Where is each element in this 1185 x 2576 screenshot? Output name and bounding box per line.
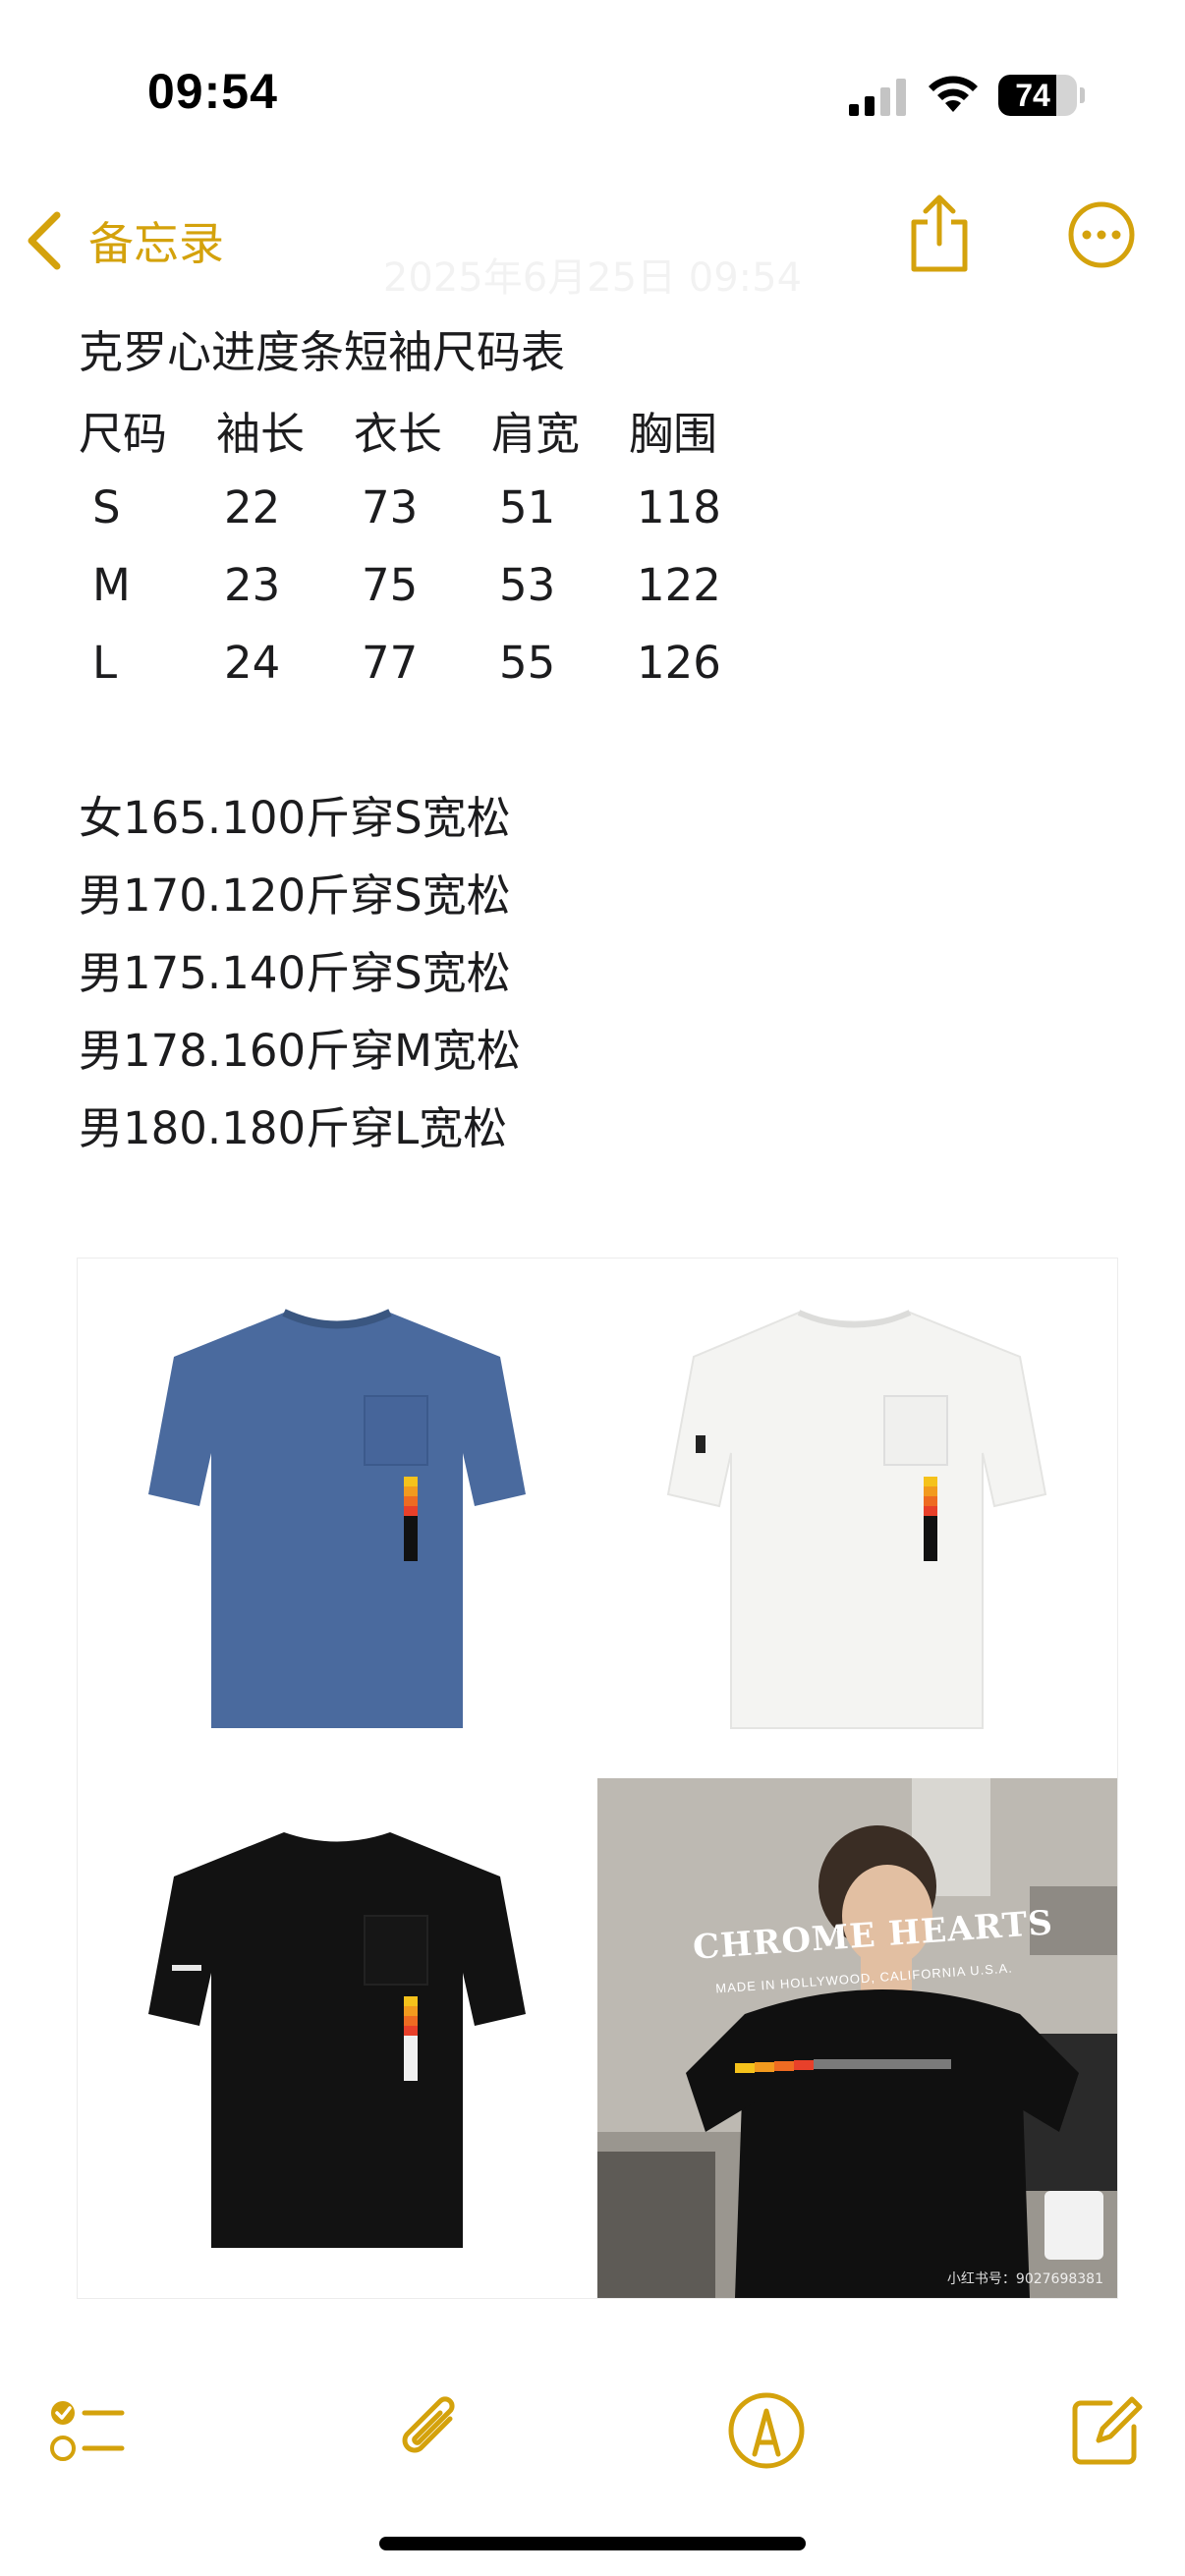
size-chart-cell: M bbox=[92, 559, 131, 611]
wifi-icon bbox=[929, 76, 978, 112]
battery-icon: 74 bbox=[998, 75, 1077, 116]
navigation-bar: 2025年6月25日 09:54 备忘录 bbox=[0, 187, 1185, 314]
black-tshirt-image bbox=[78, 1778, 596, 2298]
size-chart-row: L 24 77 55 126 bbox=[79, 624, 806, 701]
blue-tshirt-image bbox=[78, 1259, 596, 1777]
checklist-icon bbox=[50, 2401, 125, 2461]
size-chart-cell: 53 bbox=[499, 559, 556, 611]
battery-cap bbox=[1080, 87, 1085, 103]
share-icon[interactable] bbox=[904, 193, 975, 275]
home-indicator[interactable] bbox=[379, 2537, 806, 2550]
attachment-button[interactable] bbox=[389, 2389, 472, 2472]
battery-percentage: 74 bbox=[1015, 77, 1050, 113]
back-button-label: 备忘录 bbox=[88, 217, 224, 270]
tshirt-icon bbox=[148, 1309, 526, 1728]
size-chart-row: M 23 75 53 122 bbox=[79, 546, 806, 624]
note-title: 克罗心进度条短袖尺码表 bbox=[79, 326, 566, 378]
size-chart-header-row: 尺码 袖长 衣长 肩宽 胸围 bbox=[79, 391, 806, 469]
tshirt-icon bbox=[666, 1310, 1047, 1729]
size-chart-row: S 22 73 51 118 bbox=[79, 469, 806, 546]
size-chart-header: 袖长 bbox=[216, 408, 306, 460]
tshirt-icon bbox=[148, 1832, 526, 2248]
checklist-button[interactable] bbox=[47, 2389, 130, 2472]
chevron-left-icon bbox=[28, 211, 61, 270]
size-chart-cell: 51 bbox=[499, 481, 556, 533]
size-chart-table: 尺码 袖长 衣长 肩宽 胸围 S 22 73 51 118 M 23 75 53… bbox=[79, 391, 806, 701]
size-chart-cell: 73 bbox=[362, 481, 419, 533]
fit-recommendation-line: 男178.160斤穿M宽松 bbox=[79, 1025, 521, 1077]
attached-image-collage[interactable]: CHROME HEARTS MADE IN HOLLYWOOD, CALIFOR… bbox=[77, 1258, 1118, 2299]
size-chart-cell: 22 bbox=[224, 481, 281, 533]
white-tshirt-image bbox=[597, 1259, 1117, 1777]
markup-button[interactable] bbox=[725, 2389, 808, 2472]
size-chart-header: 肩宽 bbox=[491, 408, 581, 460]
size-chart-header: 尺码 bbox=[79, 408, 168, 460]
compose-button[interactable] bbox=[1065, 2389, 1148, 2472]
size-chart-cell: 122 bbox=[637, 559, 721, 611]
image-watermark: 小红书号：9027698381 bbox=[946, 2271, 1103, 2287]
fit-recommendations: 女165.100斤穿S宽松 男170.120斤穿S宽松 男175.140斤穿S宽… bbox=[79, 779, 1120, 1167]
fit-recommendation-line: 男170.120斤穿S宽松 bbox=[79, 869, 511, 922]
size-chart-cell: 126 bbox=[637, 637, 721, 689]
back-button[interactable]: 备忘录 bbox=[24, 202, 224, 279]
model-wearing-tshirt-photo: CHROME HEARTS MADE IN HOLLYWOOD, CALIFOR… bbox=[597, 1778, 1117, 2298]
size-chart-cell: 75 bbox=[362, 559, 419, 611]
size-chart-cell: 24 bbox=[224, 637, 281, 689]
status-time: 09:54 bbox=[147, 64, 278, 119]
status-bar: 09:54 74 bbox=[0, 0, 1185, 187]
size-chart-cell: S bbox=[92, 481, 121, 533]
note-body[interactable]: 克罗心进度条短袖尺码表 尺码 袖长 衣长 肩宽 胸围 S 22 73 51 11… bbox=[79, 314, 1120, 1167]
bottom-toolbar bbox=[0, 2378, 1185, 2495]
size-chart-cell: 55 bbox=[499, 637, 556, 689]
compose-icon bbox=[1072, 2396, 1143, 2465]
cellular-signal-icon bbox=[849, 79, 906, 116]
more-options-icon[interactable] bbox=[1067, 200, 1136, 269]
size-chart-header: 胸围 bbox=[629, 408, 718, 460]
model-photo-illustration bbox=[597, 1778, 1117, 2298]
paperclip-icon bbox=[402, 2396, 455, 2453]
fit-recommendation-line: 女165.100斤穿S宽松 bbox=[79, 792, 511, 844]
size-chart-header: 衣长 bbox=[354, 408, 443, 460]
size-chart-cell: 118 bbox=[637, 481, 721, 533]
fit-recommendation-line: 男180.180斤穿L宽松 bbox=[79, 1102, 508, 1154]
size-chart-cell: 23 bbox=[224, 559, 281, 611]
size-chart-cell: L bbox=[92, 637, 118, 689]
markup-pen-icon bbox=[728, 2392, 805, 2469]
size-chart-cell: 77 bbox=[362, 637, 419, 689]
fit-recommendation-line: 男175.140斤穿S宽松 bbox=[79, 947, 511, 999]
